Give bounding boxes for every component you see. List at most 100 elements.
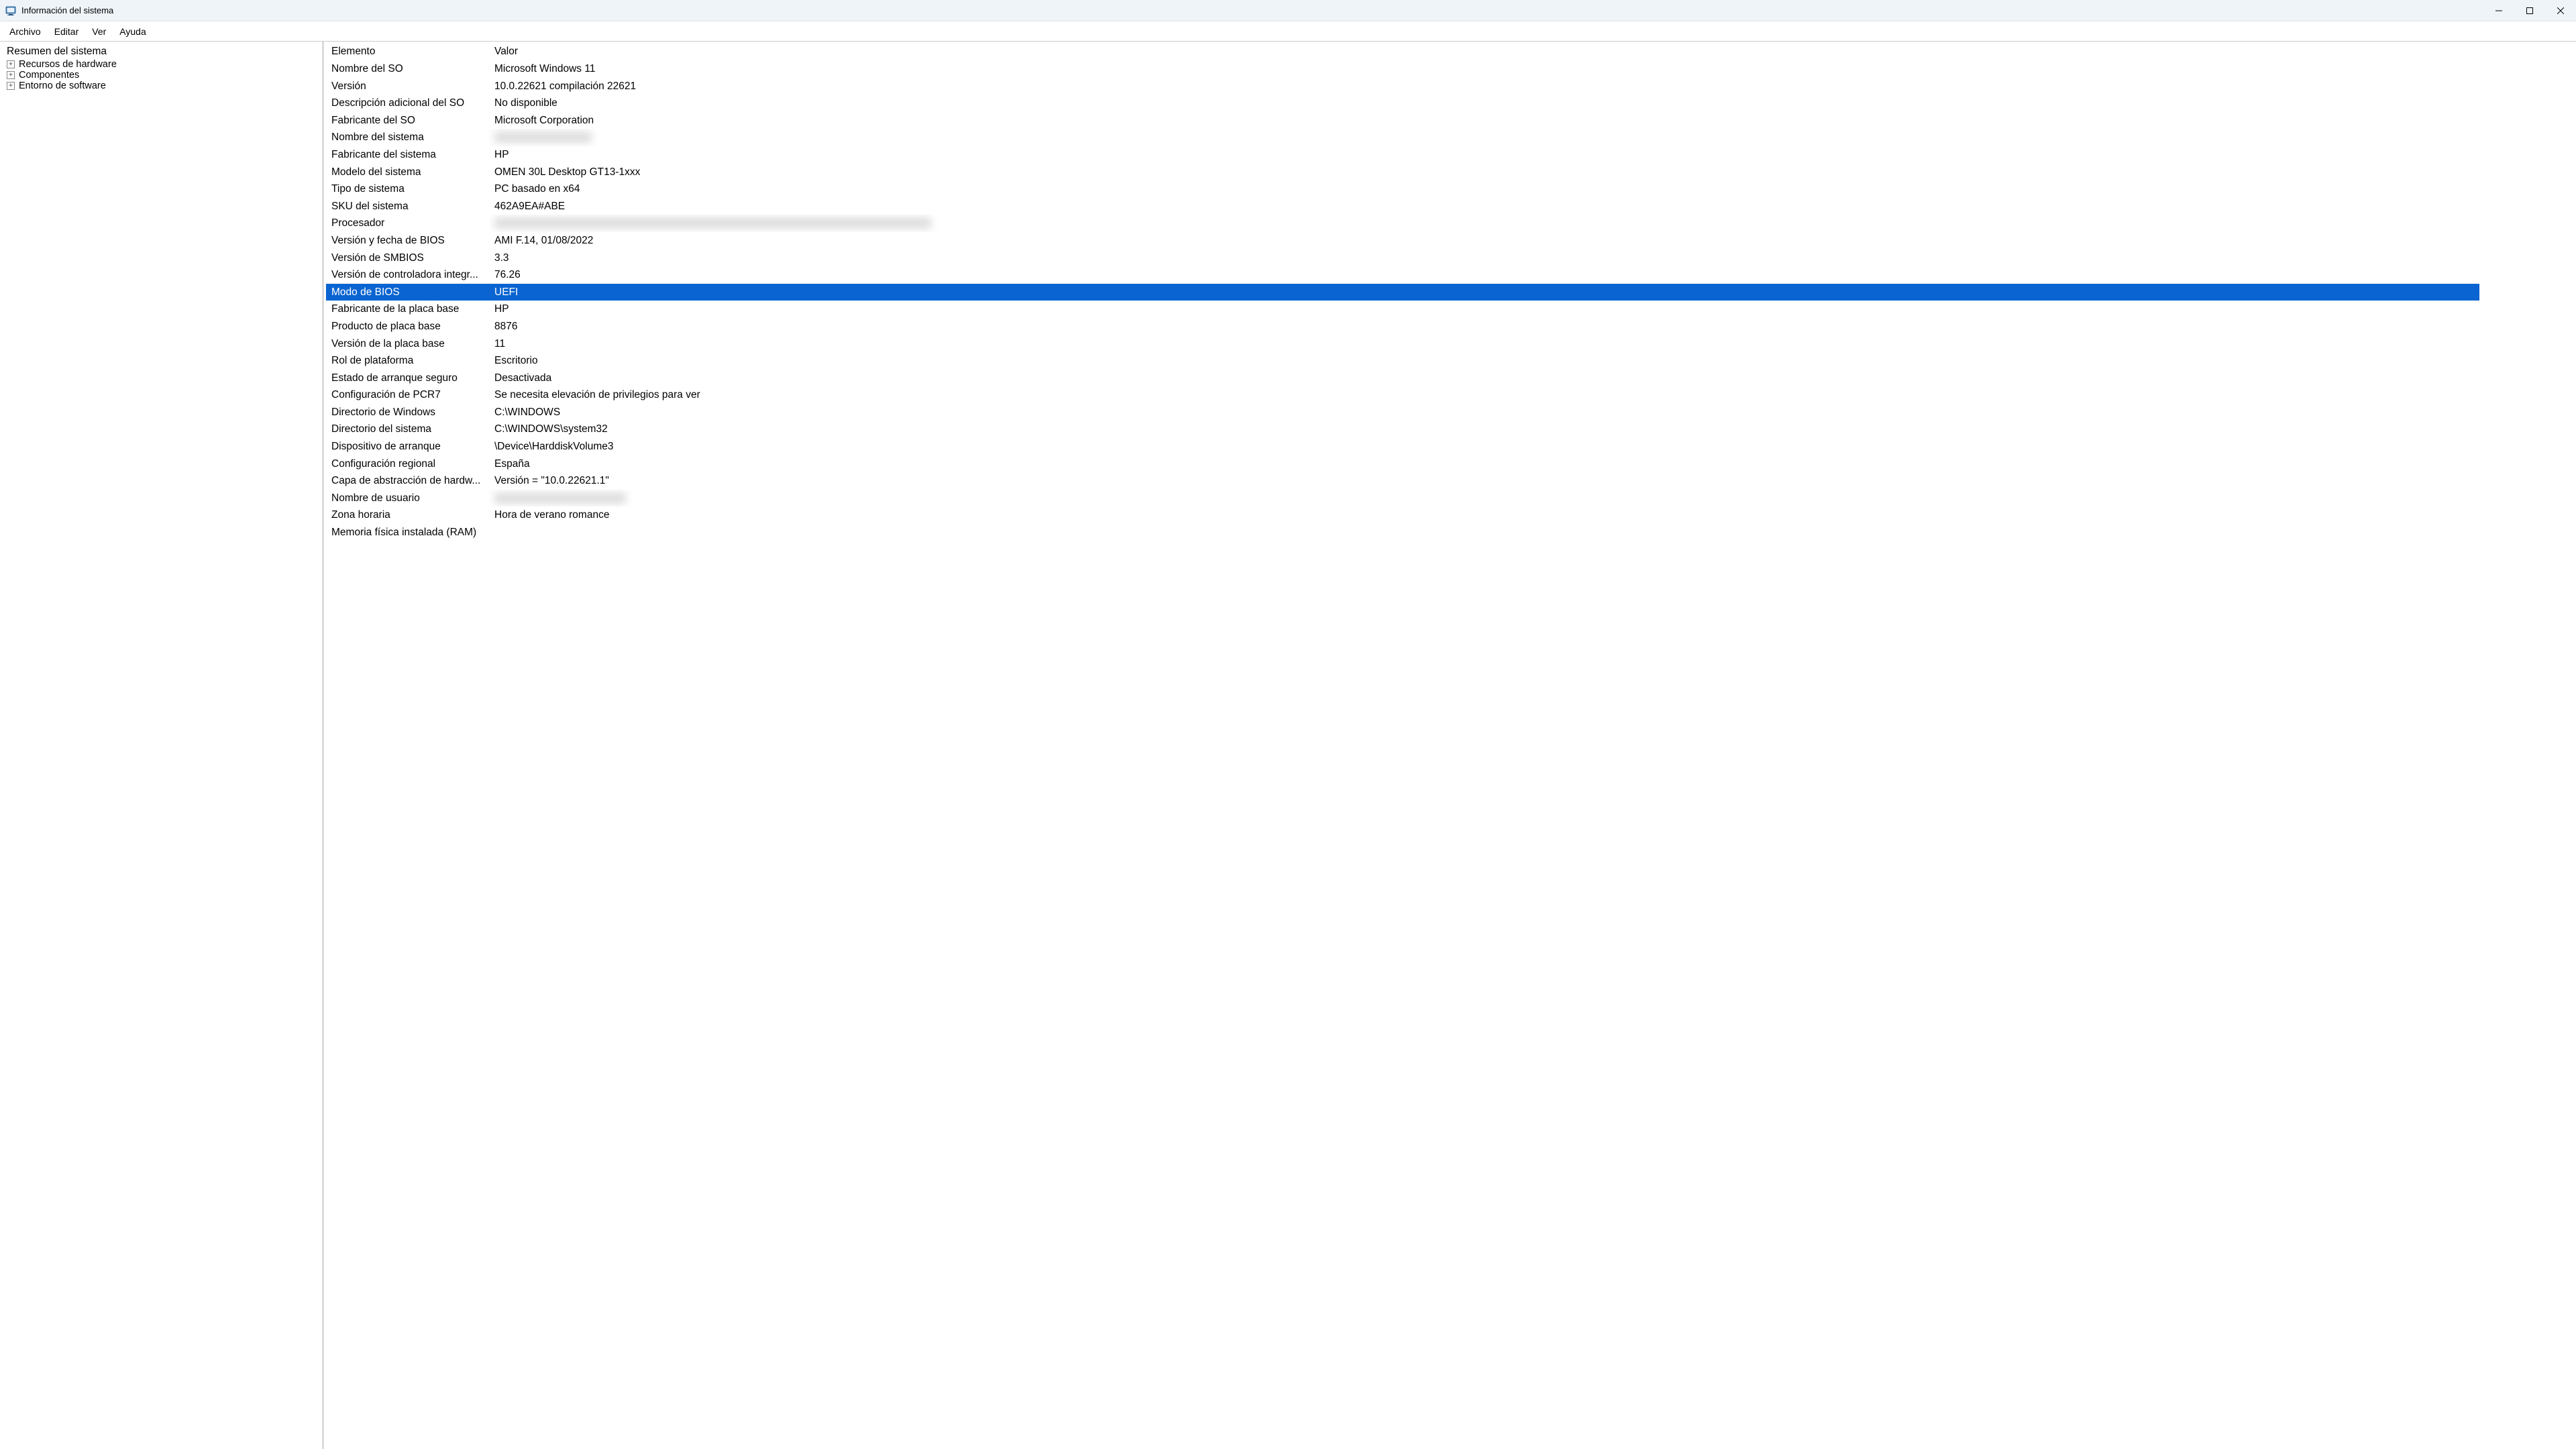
row-element: SKU del sistema: [326, 198, 489, 215]
column-header-value[interactable]: Valor: [489, 43, 2479, 60]
table-row[interactable]: Estado de arranque seguroDesactivada: [326, 370, 2479, 387]
row-value: XXXXXXXXXXXXXXXXXXX: [489, 490, 2479, 507]
row-element: Descripción adicional del SO: [326, 95, 489, 112]
table-row[interactable]: Descripción adicional del SONo disponibl…: [326, 95, 2479, 112]
row-value: OMEN 30L Desktop GT13-1xxx: [489, 164, 2479, 181]
row-value: \Device\HarddiskVolume3: [489, 438, 2479, 455]
row-value: [489, 524, 2479, 541]
row-element: Configuración regional: [326, 455, 489, 473]
table-row[interactable]: Fabricante del sistemaHP: [326, 146, 2479, 164]
minimize-button[interactable]: [2483, 0, 2514, 21]
row-value: 11: [489, 335, 2479, 353]
window-controls: [2483, 0, 2576, 21]
row-value: HP: [489, 146, 2479, 164]
row-value: UEFI: [489, 284, 2479, 301]
row-value: Se necesita elevación de privilegios par…: [489, 386, 2479, 404]
row-element: Zona horaria: [326, 506, 489, 524]
table-row[interactable]: Nombre del sistemaXXXXXXXXXXXXXX: [326, 129, 2479, 146]
table-row[interactable]: Tipo de sistemaPC basado en x64: [326, 180, 2479, 198]
row-element: Procesador: [326, 215, 489, 232]
row-value: España: [489, 455, 2479, 473]
row-element: Tipo de sistema: [326, 180, 489, 198]
table-row[interactable]: Versión10.0.22621 compilación 22621: [326, 78, 2479, 95]
table-row[interactable]: Memoria física instalada (RAM): [326, 524, 2479, 541]
row-value: 76.26: [489, 266, 2479, 284]
row-value: Desactivada: [489, 370, 2479, 387]
table-row[interactable]: Versión y fecha de BIOSAMI F.14, 01/08/2…: [326, 232, 2479, 250]
row-value: C:\WINDOWS\system32: [489, 421, 2479, 438]
table-row[interactable]: Capa de abstracción de hardw...Versión =…: [326, 472, 2479, 490]
table-row[interactable]: Rol de plataformaEscritorio: [326, 352, 2479, 370]
main-split: Resumen del sistema + Recursos de hardwa…: [0, 42, 2576, 1449]
plus-icon[interactable]: +: [7, 82, 15, 90]
table-row[interactable]: Versión de la placa base11: [326, 335, 2479, 353]
plus-icon[interactable]: +: [7, 60, 15, 68]
tree-node-label: Componentes: [17, 70, 80, 80]
row-element: Memoria física instalada (RAM): [326, 524, 489, 541]
maximize-button[interactable]: [2514, 0, 2545, 21]
table-row[interactable]: Modelo del sistemaOMEN 30L Desktop GT13-…: [326, 164, 2479, 181]
row-element: Versión: [326, 78, 489, 95]
tree-node[interactable]: + Entorno de software: [7, 80, 319, 91]
table-row[interactable]: Directorio del sistemaC:\WINDOWS\system3…: [326, 421, 2479, 438]
row-value: Microsoft Corporation: [489, 112, 2479, 129]
window-title: Información del sistema: [21, 5, 113, 15]
plus-icon[interactable]: +: [7, 71, 15, 79]
row-element: Versión y fecha de BIOS: [326, 232, 489, 250]
menu-help[interactable]: Ayuda: [113, 23, 152, 40]
row-value: AMI F.14, 01/08/2022: [489, 232, 2479, 250]
row-element: Fabricante del SO: [326, 112, 489, 129]
table-row[interactable]: Nombre de usuarioXXXXXXXXXXXXXXXXXXX: [326, 490, 2479, 507]
row-element: Nombre del SO: [326, 60, 489, 78]
table-row[interactable]: Configuración regionalEspaña: [326, 455, 2479, 473]
menu-bar: Archivo Editar Ver Ayuda: [0, 21, 2576, 42]
row-element: Directorio de Windows: [326, 404, 489, 421]
table-row[interactable]: Dispositivo de arranque\Device\HarddiskV…: [326, 438, 2479, 455]
tree-node-label: Recursos de hardware: [17, 59, 118, 70]
row-value: 3.3: [489, 250, 2479, 267]
tree-node[interactable]: + Componentes: [7, 70, 319, 80]
table-row[interactable]: ProcesadorXXXXXXXXXXXXXXXXXXXXXXXXXXXXXX…: [326, 215, 2479, 232]
close-button[interactable]: [2545, 0, 2576, 21]
row-element: Configuración de PCR7: [326, 386, 489, 404]
row-element: Versión de SMBIOS: [326, 250, 489, 267]
tree-node-label: Entorno de software: [17, 80, 107, 91]
menu-view[interactable]: Ver: [85, 23, 113, 40]
menu-edit[interactable]: Editar: [48, 23, 86, 40]
system-information-window: Información del sistema Archivo Editar V…: [0, 0, 2576, 1449]
table-row[interactable]: SKU del sistema462A9EA#ABE: [326, 198, 2479, 215]
title-bar-left: Información del sistema: [5, 5, 113, 16]
table-row[interactable]: Configuración de PCR7Se necesita elevaci…: [326, 386, 2479, 404]
tree-panel: Resumen del sistema + Recursos de hardwa…: [0, 42, 323, 1449]
row-value: XXXXXXXXXXXXXX: [489, 129, 2479, 146]
row-value: No disponible: [489, 95, 2479, 112]
row-element: Dispositivo de arranque: [326, 438, 489, 455]
table-row[interactable]: Producto de placa base8876: [326, 318, 2479, 335]
table-row[interactable]: Directorio de WindowsC:\WINDOWS: [326, 404, 2479, 421]
table-row[interactable]: Nombre del SOMicrosoft Windows 11: [326, 60, 2479, 78]
table-row[interactable]: Fabricante del SOMicrosoft Corporation: [326, 112, 2479, 129]
column-header-element[interactable]: Elemento: [326, 43, 489, 60]
table-row[interactable]: Versión de controladora integr...76.26: [326, 266, 2479, 284]
row-element: Versión de la placa base: [326, 335, 489, 353]
detail-panel: Elemento Valor Nombre del SOMicrosoft Wi…: [323, 42, 2576, 1449]
table-row[interactable]: Fabricante de la placa baseHP: [326, 301, 2479, 318]
title-bar: Información del sistema: [0, 0, 2576, 21]
row-value: 10.0.22621 compilación 22621: [489, 78, 2479, 95]
tree-children: + Recursos de hardware + Componentes + E…: [7, 59, 319, 91]
row-element: Directorio del sistema: [326, 421, 489, 438]
row-value: C:\WINDOWS: [489, 404, 2479, 421]
table-row[interactable]: Modo de BIOSUEFI: [326, 284, 2479, 301]
tree-node[interactable]: + Recursos de hardware: [7, 59, 319, 70]
table-row[interactable]: Versión de SMBIOS3.3: [326, 250, 2479, 267]
menu-file[interactable]: Archivo: [3, 23, 48, 40]
row-element: Capa de abstracción de hardw...: [326, 472, 489, 490]
detail-body: Nombre del SOMicrosoft Windows 11Versión…: [326, 60, 2479, 541]
row-element: Modelo del sistema: [326, 164, 489, 181]
tree-root[interactable]: Resumen del sistema: [4, 44, 319, 59]
detail-header: Elemento Valor: [326, 43, 2479, 60]
row-value: HP: [489, 301, 2479, 318]
table-row[interactable]: Zona horariaHora de verano romance: [326, 506, 2479, 524]
row-element: Estado de arranque seguro: [326, 370, 489, 387]
row-element: Modo de BIOS: [326, 284, 489, 301]
